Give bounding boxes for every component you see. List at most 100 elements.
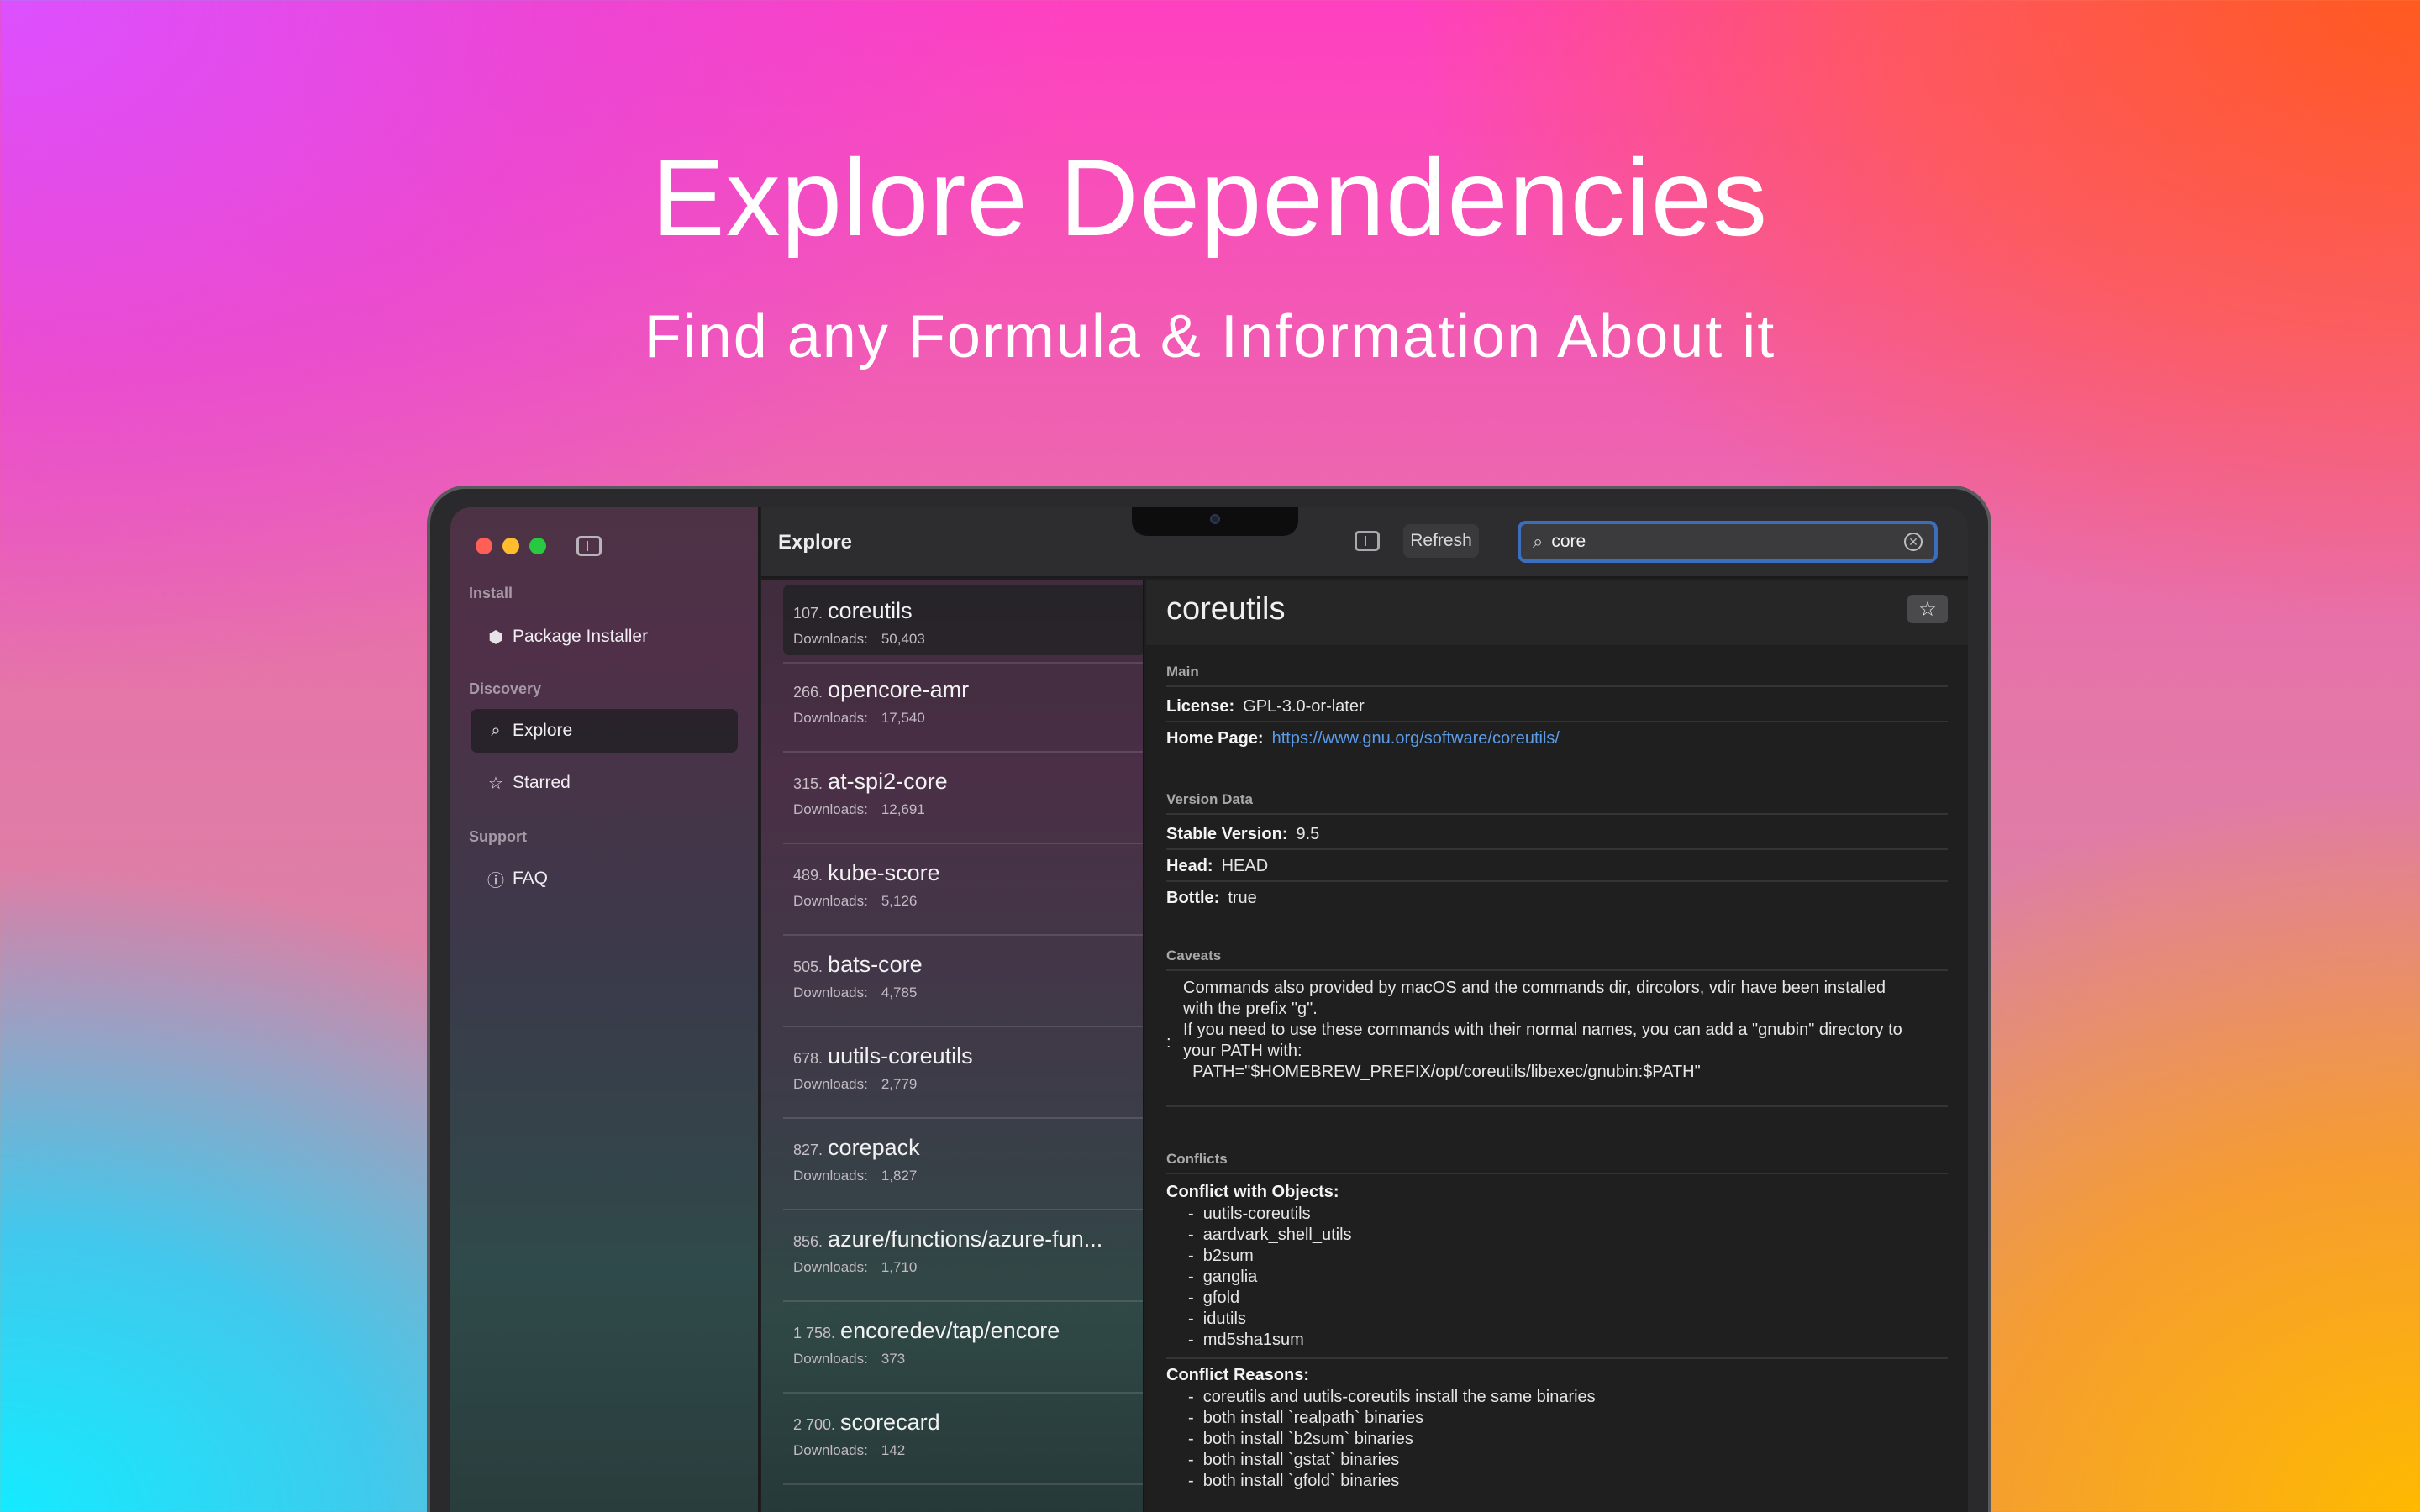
divider [1166,969,1948,971]
list-item-rank: 678. [793,1050,823,1067]
divider [1166,1173,1948,1174]
sidebar-item-faq[interactable]: ⓘ FAQ [471,857,738,900]
list-item: coreutils and uutils-coreutils install t… [1188,1387,1596,1408]
list-item: both install `gstat` binaries [1188,1450,1596,1471]
list-item-rank: 1 758. [793,1325,836,1341]
list-item: both install `b2sum` binaries [1188,1429,1596,1450]
list-item-name: scorecard [840,1410,940,1435]
formula-list: 107. coreutils Downloads: 50,403 266. openc… [761,580,1144,1512]
divider [1166,848,1948,850]
list-item-rank: 266. [793,684,823,701]
info-icon: ⓘ [487,871,504,890]
list-item-downloads: Downloads: 373 [793,1351,906,1367]
list-item: idutils [1188,1309,1352,1330]
list-item[interactable]: 107. coreutils Downloads: 50,403 [783,585,1143,655]
zoom-window-button[interactable] [529,538,546,554]
panel-toggle-icon[interactable] [1355,531,1380,551]
list-item-name: kube-score [828,860,940,885]
caveats-colon: : [1166,1033,1171,1052]
list-item: gfold [1188,1288,1352,1309]
detail-header: coreutils ☆ [1146,580,1968,645]
conflict-objects-label: Conflict with Objects: [1166,1183,1339,1201]
conflict-reasons-label: Conflict Reasons: [1166,1366,1310,1384]
sidebar-item-explore[interactable]: ⌕ Explore [471,709,738,753]
divider [1166,685,1948,687]
sidebar-section-install: Install [469,585,513,601]
section-conflicts: Conflicts [1166,1151,1228,1167]
list-item-rank: 107. [793,605,823,622]
list-item-name: uutils-coreutils [828,1043,973,1068]
list-item-downloads: Downloads: 5,126 [793,893,918,909]
list-item-downloads: Downloads: 12,691 [793,801,925,817]
package-icon: ⬢ [488,627,503,647]
close-window-button[interactable] [476,538,492,554]
divider [783,1026,1143,1027]
list-item[interactable]: 1 758. encoredev/tap/encore Downloads: 373 [783,1305,1143,1394]
divider [1166,880,1948,882]
search-field[interactable]: ⌕ ✕ [1518,521,1938,563]
list-item: b2sum [1188,1246,1352,1267]
minimize-window-button[interactable] [502,538,519,554]
list-item: both install `gfold` binaries [1188,1471,1596,1492]
list-item[interactable]: 2 700. scorecard Downloads: 142 [783,1396,1143,1485]
list-item-rank: 315. [793,775,823,792]
sidebar-item-starred[interactable]: ☆ Starred [471,761,738,805]
divider [1166,813,1948,815]
list-item-downloads: Downloads: 2,779 [793,1076,918,1092]
toolbar: Explore Refresh ⌕ ✕ [761,507,1968,578]
list-item-downloads: Downloads: 1,710 [793,1259,918,1275]
divider [783,1117,1143,1119]
divider [783,751,1143,753]
list-item-name: opencore-amr [828,677,970,702]
sidebar-item-label: FAQ [513,869,549,888]
sidebar-section-discovery: Discovery [469,680,542,697]
search-icon: ⌕ [491,721,501,740]
list-item: ganglia [1188,1267,1352,1288]
refresh-button[interactable]: Refresh [1403,524,1479,558]
sidebar: Install ⬢ Package Installer Discovery ⌕ … [450,507,760,1512]
list-item[interactable]: 315. at-spi2-core Downloads: 12,691 [783,755,1143,844]
list-item-name: azure/functions/azure-fun... [828,1226,1103,1252]
list-item[interactable]: 678. uutils-coreutils Downloads: 2,779 [783,1030,1143,1119]
sidebar-item-label: Explore [513,721,573,740]
list-item-downloads: Downloads: 142 [793,1442,906,1458]
section-caveats: Caveats [1166,948,1222,963]
bottle-field: Bottle: true [1166,889,1257,907]
sidebar-item-label: Package Installer [513,627,649,646]
search-input[interactable] [1551,532,1888,552]
app-window: Install ⬢ Package Installer Discovery ⌕ … [450,507,1968,1512]
list-item-rank: 505. [793,958,823,975]
list-item[interactable]: 489. kube-score Downloads: 5,126 [783,847,1143,936]
list-item-rank: 489. [793,867,823,884]
hero-subtitle: Find any Formula & Information About it [644,303,1776,370]
homepage-link[interactable]: https://www.gnu.org/software/coreutils/ [1272,729,1560,748]
list-item[interactable]: 827. corepack Downloads: 1,827 [783,1121,1143,1210]
stable-version-field: Stable Version: 9.5 [1166,825,1320,843]
list-item[interactable]: 856. azure/functions/azure-fun... Downloa… [783,1213,1143,1302]
hero-title: Explore Dependencies [651,136,1769,259]
camera-notch [1132,507,1298,536]
divider [1166,1357,1948,1359]
window-controls [476,538,546,554]
conflict-reasons-list: coreutils and uutils-coreutils install t… [1188,1387,1596,1492]
section-version-data: Version Data [1166,791,1253,807]
list-item[interactable]: 266. opencore-amr Downloads: 17,540 [783,664,1143,753]
sidebar-toggle-icon[interactable] [576,536,602,556]
caveats-text: Commands also provided by macOS and the … [1183,979,1902,1081]
star-icon: ☆ [1918,597,1937,621]
divider [783,1392,1143,1394]
conflict-objects-list: uutils-coreutils aardvark_shell_utils b2… [1188,1204,1352,1351]
list-item-name: corepack [828,1135,920,1160]
homepage-field: Home Page: https://www.gnu.org/software/c… [1166,729,1560,748]
sidebar-item-package-installer[interactable]: ⬢ Package Installer [471,615,738,659]
divider [783,843,1143,844]
list-item[interactable]: 505. bats-core Downloads: 4,785 [783,938,1143,1027]
license-field: License: GPL-3.0-or-later [1166,697,1365,716]
divider [1166,1105,1948,1107]
list-item-downloads: Downloads: 50,403 [793,631,925,647]
star-button[interactable]: ☆ [1907,595,1948,623]
detail-title: coreutils [1166,591,1286,627]
list-item-rank: 2 700. [793,1416,836,1433]
clear-search-icon[interactable]: ✕ [1904,533,1923,551]
list-item: both install `realpath` binaries [1188,1408,1596,1429]
